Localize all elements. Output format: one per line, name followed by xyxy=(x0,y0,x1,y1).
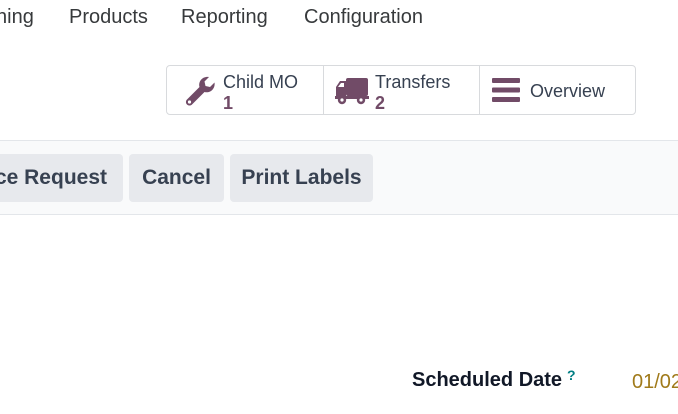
scheduled-date-value[interactable]: 01/02 xyxy=(632,371,678,394)
transfers-label: Transfers xyxy=(375,72,451,92)
scheduled-date-help-icon[interactable]: ? xyxy=(567,367,576,383)
wrench-icon xyxy=(183,75,217,112)
child-mo-count: 1 xyxy=(223,93,234,113)
action-statusbar: nce Request Cancel Print Labels xyxy=(0,140,678,215)
scheduled-date-label: Scheduled Date xyxy=(412,369,563,391)
smart-button-box: Child MO 1 Transfers 2 Overview xyxy=(166,65,636,115)
overview-label: Overview xyxy=(530,81,606,101)
child-mo-label: Child MO xyxy=(223,72,299,92)
truck-icon xyxy=(335,77,369,110)
maintenance-request-button[interactable]: nce Request xyxy=(0,154,123,202)
transfers-count: 2 xyxy=(375,93,386,113)
menu-configuration[interactable]: Configuration xyxy=(304,6,423,29)
bars-icon xyxy=(492,77,520,108)
print-labels-button[interactable]: Print Labels xyxy=(230,154,373,202)
cancel-button[interactable]: Cancel xyxy=(129,154,224,202)
menu-reporting[interactable]: Reporting xyxy=(181,6,268,29)
menu-products[interactable]: Products xyxy=(69,6,148,29)
top-menu-bar: ning Products Reporting Configuration xyxy=(0,0,678,40)
child-mo-button[interactable]: Child MO 1 xyxy=(167,66,324,114)
menu-planning[interactable]: ning xyxy=(0,6,34,29)
transfers-button[interactable]: Transfers 2 xyxy=(324,66,480,114)
overview-button[interactable]: Overview xyxy=(480,66,635,114)
